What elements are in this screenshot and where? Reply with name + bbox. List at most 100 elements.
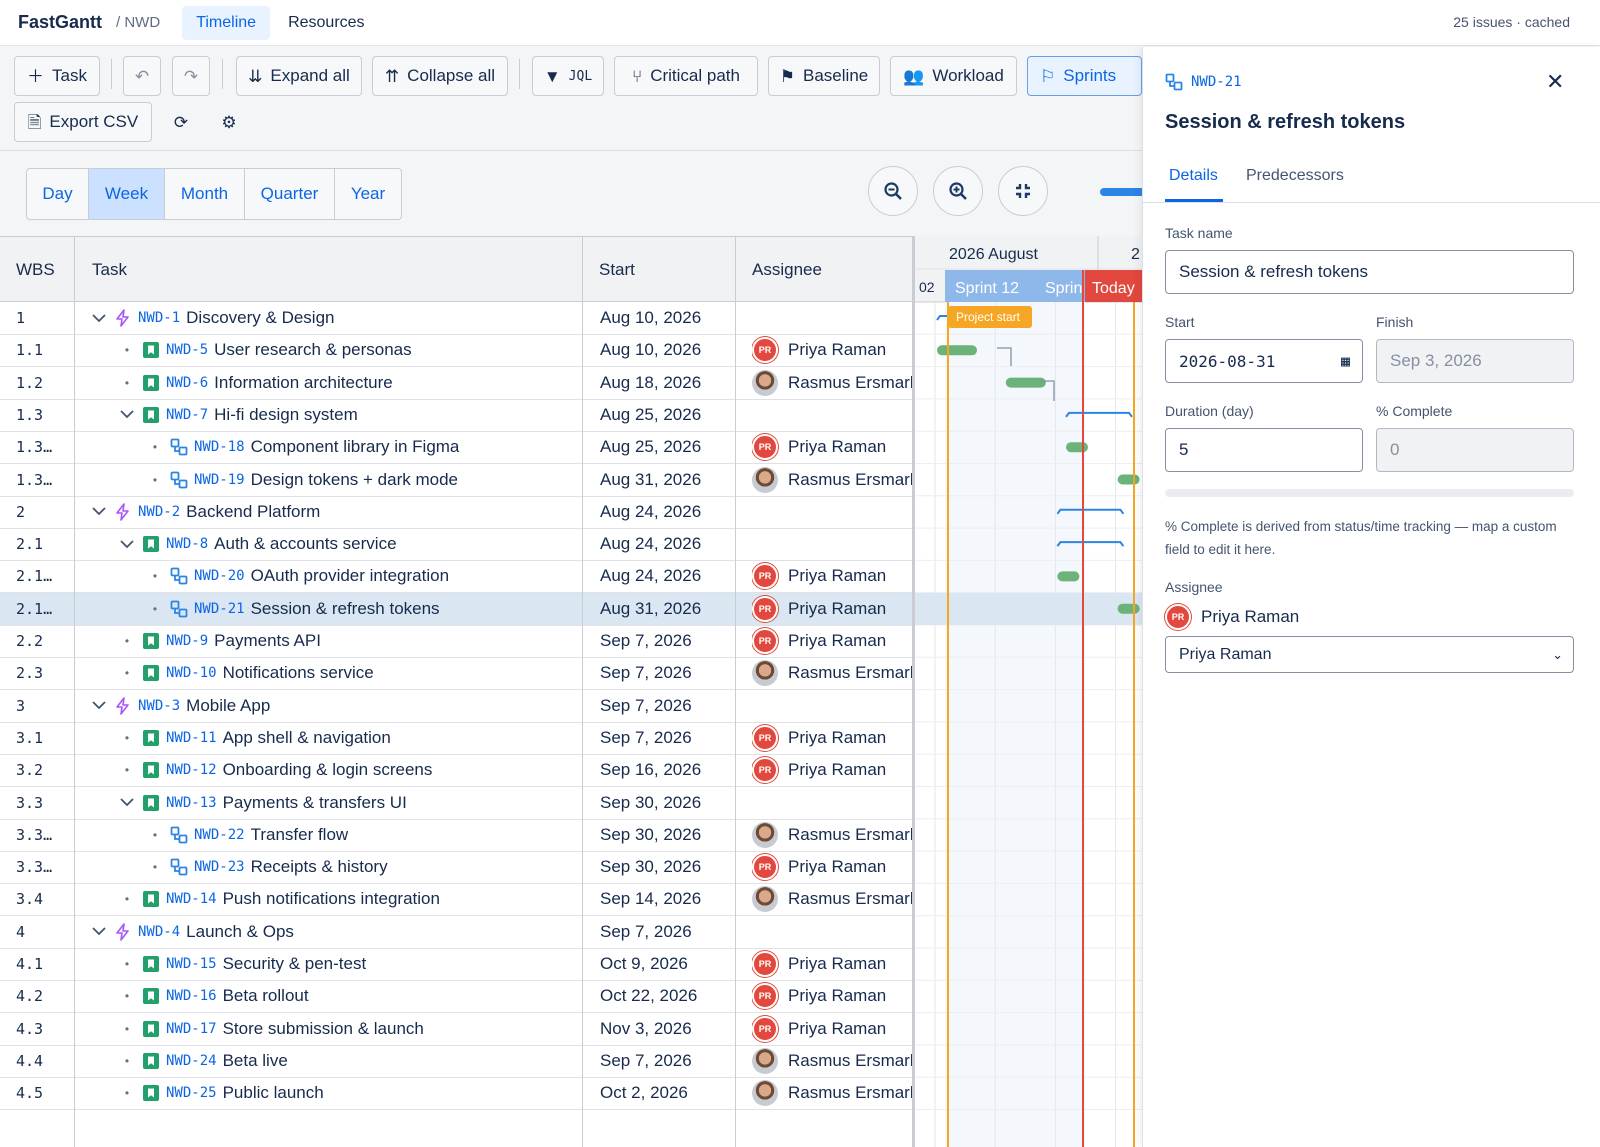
issue-key-link[interactable]: NWD-8 <box>166 536 208 552</box>
issue-key-link[interactable]: NWD-7 <box>166 407 208 423</box>
app-name[interactable]: FastGantt <box>18 12 102 33</box>
issue-key-link[interactable]: NWD-24 <box>166 1053 217 1069</box>
project-breadcrumb[interactable]: / NWD <box>116 14 160 31</box>
task-name-input[interactable]: Session & refresh tokens <box>1165 250 1574 294</box>
table-row[interactable]: 4.1 • NWD-15 Security & pen-test Oct 9, 2026… <box>0 948 912 981</box>
issue-key-link[interactable]: NWD-9 <box>166 633 208 649</box>
issue-key-link[interactable]: NWD-10 <box>166 665 217 681</box>
table-row[interactable]: 1.3… • NWD-18 Component library in Figma Aug… <box>0 431 912 465</box>
table-row[interactable]: 3 NWD-3 Mobile App Sep 7, 2026 <box>0 690 912 723</box>
critical-path-button[interactable]: ⑂ Critical path <box>614 56 758 96</box>
chevron-down-icon[interactable] <box>90 313 108 323</box>
table-row[interactable]: 3.3… • NWD-22 Transfer flow Sep 30, 2026 Rasm… <box>0 819 912 852</box>
issue-key-link[interactable]: NWD-2 <box>138 504 180 520</box>
duration-input[interactable]: 5 <box>1165 428 1363 472</box>
issue-key-link[interactable]: NWD-19 <box>194 472 245 488</box>
table-row[interactable]: 3.1 • NWD-11 App shell & navigation Sep 7, 2… <box>0 722 912 755</box>
issue-key-link[interactable]: NWD-20 <box>194 568 245 584</box>
export-csv-button[interactable]: 🗎 Export CSV <box>14 102 152 142</box>
assignee-name: Priya Raman <box>1201 607 1300 626</box>
issue-key-link[interactable]: NWD-12 <box>166 762 217 778</box>
panel-issue-key[interactable]: NWD-21 <box>1191 74 1242 90</box>
refresh-button[interactable]: ⟳ <box>165 102 197 142</box>
scale-quarter[interactable]: Quarter <box>245 169 335 219</box>
scale-month[interactable]: Month <box>165 169 245 219</box>
zoom-out-button[interactable] <box>868 166 918 216</box>
undo-button[interactable]: ↶ <box>123 56 161 96</box>
chevron-down-icon[interactable] <box>118 410 136 419</box>
tab-resources[interactable]: Resources <box>274 6 378 40</box>
expand-all-button[interactable]: ⇊ Expand all <box>236 56 362 96</box>
table-row[interactable]: 3.2 • NWD-12 Onboarding & login screens Sep … <box>0 754 912 788</box>
table-row[interactable]: 1 NWD-1 Discovery & Design Aug 10, 2026 <box>0 302 912 335</box>
table-row[interactable]: 4.3 • NWD-17 Store submission & launch Nov 3… <box>0 1013 912 1046</box>
workload-button[interactable]: 👥 Workload <box>890 56 1017 96</box>
issue-key-link[interactable]: NWD-3 <box>138 698 180 714</box>
issue-key-link[interactable]: NWD-22 <box>194 827 245 843</box>
table-row[interactable]: 2.1… • NWD-20 OAuth provider integration Aug… <box>0 560 912 594</box>
chevron-down-icon[interactable] <box>90 507 108 516</box>
table-row[interactable]: 1.3 NWD-7 Hi-fi design system Aug 25, 2026 <box>0 399 912 432</box>
tab-details[interactable]: Details <box>1169 167 1218 185</box>
tab-timeline[interactable]: Timeline <box>182 5 271 40</box>
table-row[interactable]: 1.1 • NWD-5 User research & personas Aug 10,… <box>0 334 912 368</box>
tab-predecessors[interactable]: Predecessors <box>1246 167 1344 185</box>
add-task-button[interactable]: ＋ Task <box>14 56 100 96</box>
table-row[interactable]: 2 NWD-2 Backend Platform Aug 24, 2026 <box>0 496 912 529</box>
start-date-input[interactable]: 2026-08-31 ▦ <box>1165 339 1363 383</box>
table-row[interactable]: 3.3 NWD-13 Payments & transfers UI Sep 30, … <box>0 787 912 820</box>
table-row[interactable]: 2.1… • NWD-21 Session & refresh tokens Aug 3… <box>0 592 912 626</box>
issue-key-link[interactable]: NWD-4 <box>138 924 180 940</box>
issue-key-link[interactable]: NWD-18 <box>194 439 245 455</box>
table-row[interactable]: 4 NWD-4 Launch & Ops Sep 7, 2026 <box>0 916 912 949</box>
table-row[interactable]: 3.4 • NWD-14 Push notifications integration… <box>0 883 912 917</box>
jql-filter-button[interactable]: ▼ JQL <box>532 56 604 96</box>
issue-key-link[interactable]: NWD-13 <box>166 795 217 811</box>
table-row[interactable]: 4.5 • NWD-25 Public launch Oct 2, 2026 Rasmus… <box>0 1077 912 1111</box>
table-row[interactable]: 4.4 • NWD-24 Beta live Sep 7, 2026 Rasmus Ers… <box>0 1045 912 1078</box>
issue-key-link[interactable]: NWD-16 <box>166 988 217 1004</box>
calendar-icon[interactable]: ▦ <box>1341 352 1350 370</box>
collapse-all-button[interactable]: ⇈ Collapse all <box>372 56 508 96</box>
baseline-button[interactable]: ⚑ Baseline <box>768 56 880 96</box>
chevron-down-icon[interactable] <box>118 798 136 807</box>
issue-key-link[interactable]: NWD-6 <box>166 375 208 391</box>
table-row[interactable]: 4.2 • NWD-16 Beta rollout Oct 22, 2026 PR Priy… <box>0 980 912 1014</box>
fit-to-screen-button[interactable] <box>998 166 1048 216</box>
table-row[interactable]: 1.2 • NWD-6 Information architecture Aug 18,… <box>0 367 912 400</box>
table-row[interactable]: 2.1 NWD-8 Auth & accounts service Aug 24, 2… <box>0 528 912 562</box>
header-task[interactable]: Task <box>76 237 127 303</box>
zoom-in-button[interactable] <box>933 166 983 216</box>
table-row[interactable]: 3.3… • NWD-23 Receipts & history Sep 30, 202… <box>0 851 912 885</box>
issue-key-link[interactable]: NWD-5 <box>166 342 208 358</box>
chevron-down-icon[interactable] <box>90 927 108 936</box>
task-cell: • NWD-20 OAuth provider integration <box>146 560 449 592</box>
settings-button[interactable]: ⚙ <box>213 102 245 142</box>
header-start[interactable]: Start <box>583 237 635 303</box>
task-grid: WBS Task Start Assignee 1 NWD-1 Discovery … <box>0 236 912 1147</box>
scale-day[interactable]: Day <box>27 169 89 219</box>
sprints-button[interactable]: ⚐ Sprints <box>1027 56 1142 96</box>
scale-week[interactable]: Week <box>89 169 165 219</box>
table-row[interactable]: 2.2 • NWD-9 Payments API Sep 7, 2026 PR Priya … <box>0 625 912 658</box>
table-row[interactable]: 1.3… • NWD-19 Design tokens + dark mode Aug … <box>0 464 912 497</box>
chevron-down-icon[interactable] <box>118 539 136 549</box>
issue-key-link[interactable]: NWD-11 <box>166 730 217 746</box>
chevron-down-icon[interactable] <box>90 701 108 710</box>
issue-key-link[interactable]: NWD-17 <box>166 1021 217 1037</box>
redo-button[interactable]: ↷ <box>172 56 210 96</box>
close-icon[interactable]: ✕ <box>1546 69 1564 95</box>
wbs-cell: 2.2 <box>16 632 44 650</box>
issue-key-link[interactable]: NWD-14 <box>166 891 217 907</box>
issue-key-link[interactable]: NWD-15 <box>166 956 217 972</box>
scale-year[interactable]: Year <box>335 169 401 219</box>
issue-key-link[interactable]: NWD-23 <box>194 859 245 875</box>
issue-key-link[interactable]: NWD-25 <box>166 1085 217 1101</box>
table-row[interactable]: 2.3 • NWD-10 Notifications service Sep 7, 20… <box>0 657 912 691</box>
header-assignee[interactable]: Assignee <box>736 237 822 303</box>
issue-key-link[interactable]: NWD-21 <box>194 601 245 617</box>
assignee-select[interactable]: Priya Raman ⌄ <box>1165 636 1574 673</box>
issue-key-link[interactable]: NWD-1 <box>138 310 180 326</box>
header-wbs[interactable]: WBS <box>0 237 55 303</box>
assignee-name: Rasmus Ersmarl <box>788 1083 912 1103</box>
